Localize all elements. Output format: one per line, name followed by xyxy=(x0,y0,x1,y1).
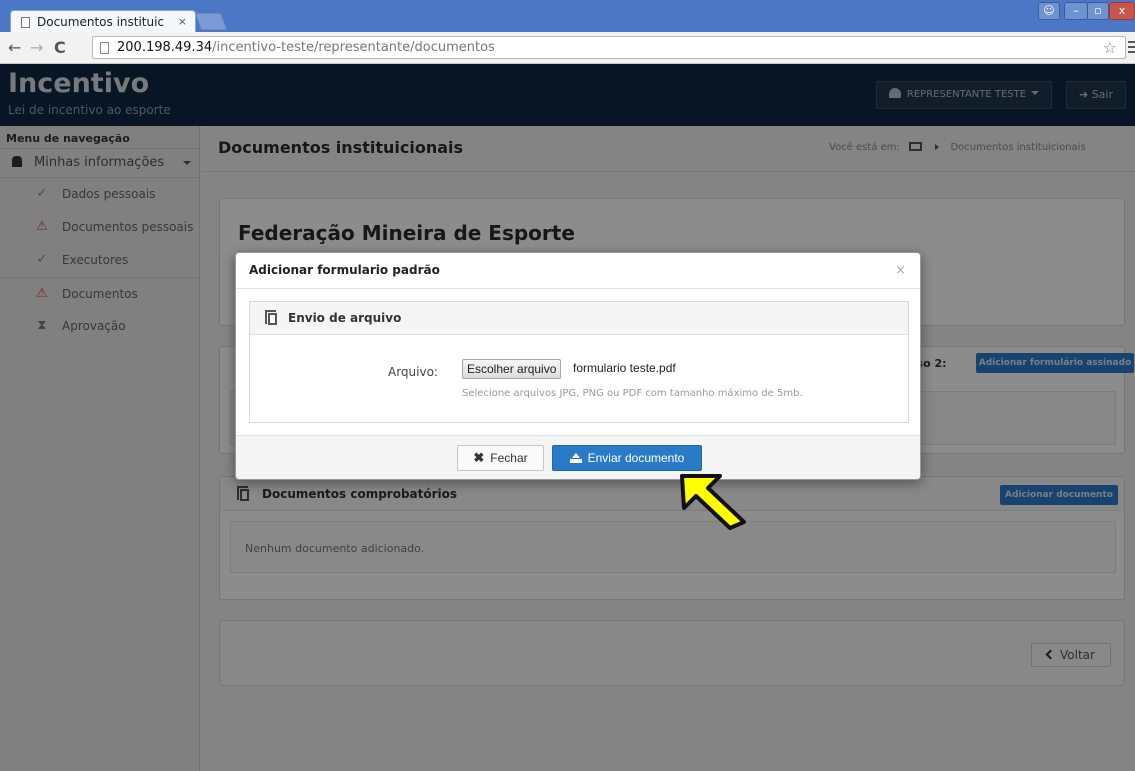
url-host: 200.198.49.34 xyxy=(117,40,213,55)
file-upload-title: Envio de arquivo xyxy=(288,311,402,325)
browser-tab[interactable]: Documentos instituic × xyxy=(10,10,196,34)
maximize-button[interactable]: ▫ xyxy=(1087,2,1109,20)
file-upload-section: Envio de arquivo Arquivo: Escolher arqui… xyxy=(249,301,909,423)
file-field-label: Arquivo: xyxy=(388,365,438,379)
modal-header: Adicionar formulario padrão × xyxy=(236,253,920,289)
close-button[interactable]: ✖ Fechar xyxy=(457,445,544,471)
file-upload-header: Envio de arquivo xyxy=(250,302,908,335)
upload-icon xyxy=(569,453,582,463)
close-icon[interactable]: × xyxy=(895,263,906,278)
send-document-button[interactable]: Enviar documento xyxy=(552,445,702,471)
reload-icon[interactable]: C xyxy=(54,38,66,57)
close-button-label: Fechar xyxy=(490,451,528,465)
browser-toolbar: ← → C 200.198.49.34/incentivo-teste/repr… xyxy=(0,32,1135,64)
choose-file-button[interactable]: Escolher arquivo xyxy=(462,359,562,379)
forward-arrow-icon[interactable]: → xyxy=(30,38,43,57)
url-path: /incentivo-teste/representante/documento… xyxy=(212,40,495,55)
browser-titlebar: Documentos instituic × ☺ – ▫ x xyxy=(0,0,1135,34)
modal-footer: ✖ Fechar Enviar documento xyxy=(236,435,920,479)
bookmark-star-icon[interactable]: ☆ xyxy=(1103,38,1117,57)
address-bar[interactable]: 200.198.49.34/incentivo-teste/representa… xyxy=(92,36,1126,59)
browser-menu-icon[interactable] xyxy=(1128,41,1135,53)
back-arrow-icon[interactable]: ← xyxy=(8,38,21,57)
pointer-arrow-icon xyxy=(680,474,746,530)
send-document-label: Enviar documento xyxy=(587,451,685,465)
close-window-button[interactable]: x xyxy=(1109,2,1135,20)
file-help-text: Selecione arquivos JPG, PNG ou PDF com t… xyxy=(462,388,803,399)
modal-title: Adicionar formulario padrão xyxy=(249,263,440,277)
tab-close-icon[interactable]: × xyxy=(178,15,187,28)
documents-icon xyxy=(265,310,277,325)
close-x-icon: ✖ xyxy=(473,450,485,465)
minimize-button[interactable]: – xyxy=(1064,2,1088,20)
add-form-modal: Adicionar formulario padrão × Envio de a… xyxy=(235,252,921,480)
page-icon xyxy=(100,42,109,54)
selected-file-name: formulario teste.pdf xyxy=(573,361,676,375)
page-icon xyxy=(21,17,30,28)
tab-title: Documentos instituic xyxy=(37,15,165,29)
user-profile-icon[interactable]: ☺ xyxy=(1038,2,1060,20)
new-tab-button[interactable] xyxy=(194,13,228,30)
